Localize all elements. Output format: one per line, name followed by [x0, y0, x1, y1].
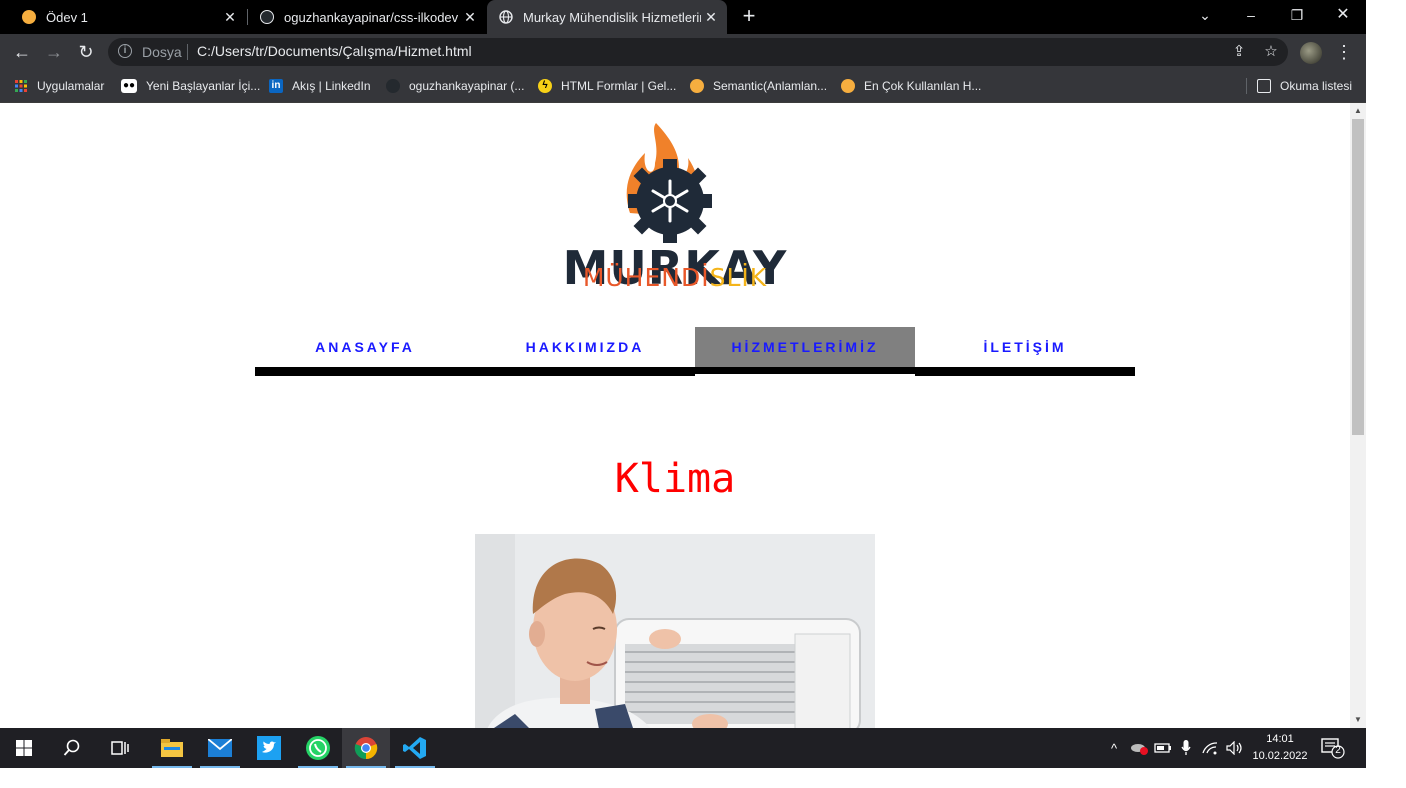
page-scrollbar[interactable]: ▲ ▼ [1350, 103, 1366, 728]
orange-circle-icon [22, 10, 36, 24]
search-icon[interactable] [48, 728, 96, 768]
tab-strip: Ödev 1 ✕ oguzhankayapinar/css-ilkodev ✕ … [0, 0, 1366, 34]
logo-subtitle: MÜHENDİSLİK [582, 263, 768, 292]
bookmark-label: HTML Formlar | Gel... [561, 79, 677, 93]
close-icon[interactable]: ✕ [460, 9, 480, 26]
notification-count: 2 [1335, 745, 1341, 756]
back-button[interactable]: ← [8, 38, 36, 66]
reload-button[interactable]: ↻ [72, 38, 100, 66]
bookmark-label: Semantic(Anlamlan... [713, 79, 828, 93]
address-bar[interactable]: i Dosya C:/Users/tr/Documents/Çalışma/Hi… [108, 38, 1288, 66]
orange-circle-icon [841, 79, 855, 93]
murkay-logo[interactable]: MURKAY MÜHENDİSLİK [470, 123, 880, 311]
bookmark-en-cok[interactable]: En Çok Kullanılan H... [841, 76, 981, 96]
task-view-icon[interactable] [96, 728, 144, 768]
chevron-up-icon[interactable]: ^ [1104, 728, 1124, 768]
reading-list-icon [1257, 79, 1271, 93]
tab-murkay[interactable]: Murkay Mühendislik Hizmetlerim ✕ [487, 0, 727, 34]
notification-center-icon[interactable]: 2 [1318, 736, 1348, 760]
scheme-label: Dosya [142, 44, 182, 60]
info-icon[interactable]: i [118, 44, 132, 58]
system-clock[interactable]: 14:01 10.02.2022 [1248, 731, 1312, 765]
tab-title: Ödev 1 [46, 9, 88, 25]
battery-icon[interactable] [1152, 728, 1174, 768]
chrome-icon[interactable] [342, 728, 390, 768]
minimize-button[interactable]: – [1228, 0, 1274, 32]
scroll-down-icon[interactable]: ▼ [1350, 713, 1366, 727]
technician-air-conditioner-image [475, 534, 875, 728]
reading-list-button[interactable]: Okuma listesi [1257, 76, 1352, 96]
page-title: Klima [614, 456, 736, 502]
bookmark-semantic[interactable]: Semantic(Anlamlan... [690, 76, 827, 96]
file-explorer-icon[interactable] [148, 728, 196, 768]
scroll-up-icon[interactable]: ▲ [1350, 104, 1366, 118]
windows-start-icon[interactable] [0, 728, 48, 768]
profile-avatar[interactable] [1300, 42, 1322, 64]
active-indicator [695, 374, 915, 376]
bookmark-label: Uygulamalar [37, 79, 105, 93]
microphone-icon[interactable] [1176, 728, 1196, 768]
twitter-icon[interactable] [245, 728, 293, 768]
new-tab-button[interactable]: + [737, 4, 761, 28]
close-window-button[interactable]: ✕ [1320, 0, 1366, 32]
bookmark-medium[interactable]: ●● Yeni Başlayanlar İçi... [121, 76, 260, 96]
bookmark-linkedin[interactable]: in Akış | LinkedIn [269, 76, 371, 96]
close-icon[interactable]: ✕ [220, 9, 240, 26]
whatsapp-icon[interactable] [294, 728, 342, 768]
windows-taskbar: ^ 14:01 10.02.2022 2 [0, 728, 1366, 768]
bookmark-github[interactable]: oguzhankayapinar (... [386, 76, 524, 96]
clock-time: 14:01 [1266, 733, 1294, 745]
tab-title: oguzhankayapinar/css-ilkodev [284, 9, 459, 25]
menu-icon[interactable]: ⋮ [1334, 38, 1354, 66]
nav-iletisim[interactable]: İLETİŞİM [915, 327, 1135, 367]
close-icon[interactable]: ✕ [701, 9, 721, 26]
star-icon[interactable]: ☆ [1261, 42, 1281, 62]
bookmark-label: Yeni Başlayanlar İçi... [146, 79, 261, 93]
bolt-icon: ϟ [538, 79, 552, 93]
bookmark-label: En Çok Kullanılan H... [864, 79, 982, 93]
mail-icon[interactable] [196, 728, 244, 768]
main-nav: ANASAYFA HAKKIMIZDA HİZMETLERİMİZ İLETİŞ… [255, 327, 1135, 376]
github-icon [260, 10, 274, 24]
orange-circle-icon [690, 79, 704, 93]
clock-date: 10.02.2022 [1252, 750, 1308, 762]
tab-odev[interactable]: Ödev 1 ✕ [0, 0, 246, 34]
nav-hakkimizda[interactable]: HAKKIMIZDA [475, 327, 695, 367]
github-icon [386, 79, 400, 93]
share-icon[interactable]: ⇪ [1229, 42, 1249, 62]
scroll-thumb[interactable] [1352, 119, 1364, 435]
bookmark-html-formlar[interactable]: ϟ HTML Formlar | Gel... [538, 76, 676, 96]
volume-icon[interactable] [1224, 728, 1246, 768]
globe-icon [499, 10, 513, 24]
browser-toolbar: ← → ↻ i Dosya C:/Users/tr/Documents/Çalı… [0, 34, 1366, 70]
apps-grid-icon [14, 79, 28, 93]
bookmark-label: oguzhankayapinar (... [409, 79, 525, 93]
bookmark-label: Akış | LinkedIn [292, 79, 371, 93]
reading-list-label: Okuma listesi [1280, 79, 1353, 93]
onedrive-error-icon[interactable] [1128, 728, 1150, 768]
screen: Ödev 1 ✕ oguzhankayapinar/css-ilkodev ✕ … [0, 0, 1366, 768]
page-viewport: MURKAY MÜHENDİSLİK ANASAYFA HAKKIMIZDA H… [0, 103, 1350, 728]
url-text[interactable]: C:/Users/tr/Documents/Çalışma/Hizmet.htm… [197, 43, 472, 59]
bookmark-apps[interactable]: Uygulamalar [14, 76, 104, 96]
forward-button[interactable]: → [40, 38, 68, 66]
bookmarks-bar: Uygulamalar ●● Yeni Başlayanlar İçi... i… [0, 70, 1366, 103]
vscode-icon[interactable] [391, 728, 439, 768]
tab-github[interactable]: oguzhankayapinar/css-ilkodev ✕ [248, 0, 486, 34]
nav-hizmetlerimiz[interactable]: HİZMETLERİMİZ [695, 327, 915, 367]
wifi-icon[interactable] [1200, 728, 1222, 768]
medium-icon: ●● [121, 79, 137, 93]
tab-title: Murkay Mühendislik Hizmetlerim [523, 9, 701, 25]
linkedin-icon: in [269, 79, 283, 93]
tab-search-icon[interactable]: ⌄ [1182, 0, 1228, 32]
restore-button[interactable]: ❐ [1274, 0, 1320, 32]
nav-anasayfa[interactable]: ANASAYFA [255, 327, 475, 367]
